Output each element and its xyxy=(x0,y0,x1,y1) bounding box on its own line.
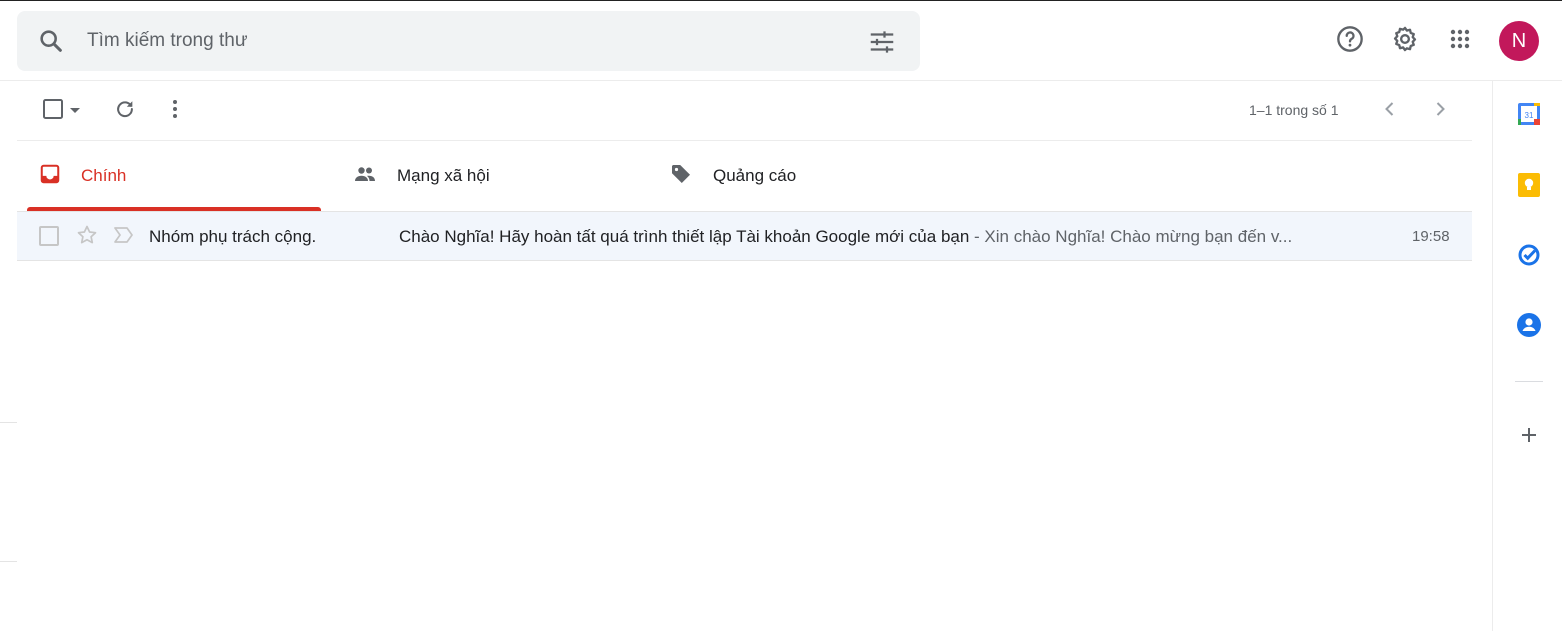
inbox-icon xyxy=(39,163,61,190)
tab-label: Quảng cáo xyxy=(713,166,797,185)
left-panel-divider xyxy=(0,422,17,423)
refresh-button[interactable] xyxy=(109,95,141,127)
calendar-button[interactable]: 31 xyxy=(1515,102,1543,130)
search-bar[interactable] xyxy=(17,11,920,71)
tune-icon[interactable] xyxy=(867,27,897,57)
pagination-text: 1–1 trong số 1 xyxy=(1249,102,1339,118)
email-snippet: - Xin chào Nghĩa! Chào mừng bạn đến v... xyxy=(969,227,1293,246)
left-panel-divider xyxy=(0,561,17,562)
email-subject-line: Chào Nghĩa! Hãy hoàn tất quá trình thiết… xyxy=(399,227,1359,247)
tab-promotions[interactable]: Quảng cáo xyxy=(669,141,963,211)
tasks-icon xyxy=(1516,242,1542,273)
search-input[interactable] xyxy=(87,25,847,57)
tasks-button[interactable] xyxy=(1515,243,1543,271)
contacts-button[interactable] xyxy=(1515,312,1543,343)
older-button[interactable] xyxy=(1424,95,1456,127)
apps-grid-icon xyxy=(1448,27,1472,56)
more-vert-icon xyxy=(171,98,179,125)
people-icon xyxy=(353,162,377,191)
settings-button[interactable] xyxy=(1387,23,1423,59)
avatar[interactable]: N xyxy=(1499,21,1539,61)
tab-primary[interactable]: Chính xyxy=(39,141,333,211)
tab-label: Chính xyxy=(81,166,127,185)
category-tabs: Chính Mạng xã hội Quảng cáo xyxy=(17,141,1472,211)
important-marker-icon[interactable] xyxy=(113,225,135,250)
apps-button[interactable] xyxy=(1442,23,1478,59)
keep-icon xyxy=(1516,172,1542,203)
email-sender: Nhóm phụ trách cộng. xyxy=(149,227,317,246)
plus-icon xyxy=(1519,425,1539,450)
table-row[interactable]: Nhóm phụ trách cộng. Chào Nghĩa! Hãy hoà… xyxy=(17,211,1472,261)
checkbox-icon[interactable] xyxy=(42,98,64,125)
chevron-right-icon xyxy=(1430,99,1450,124)
refresh-icon xyxy=(114,98,136,125)
header: N xyxy=(0,1,1562,81)
email-subject: Chào Nghĩa! Hãy hoàn tất quá trình thiết… xyxy=(399,227,970,246)
get-addons-button[interactable] xyxy=(1515,423,1543,451)
more-options-button[interactable] xyxy=(159,95,191,127)
search-icon[interactable] xyxy=(37,27,65,55)
row-checkbox[interactable] xyxy=(39,226,59,246)
toolbar: 1–1 trong số 1 xyxy=(17,81,1472,141)
side-panel: 31 xyxy=(1492,81,1562,631)
select-all-dropdown[interactable] xyxy=(37,95,85,127)
email-time: 19:58 xyxy=(1412,228,1450,245)
help-button[interactable] xyxy=(1332,23,1368,59)
calendar-icon: 31 xyxy=(1516,101,1542,132)
contacts-icon xyxy=(1516,312,1542,343)
svg-text:31: 31 xyxy=(1525,111,1534,120)
star-icon[interactable] xyxy=(75,223,99,252)
gear-icon xyxy=(1391,25,1419,58)
caret-down-icon[interactable] xyxy=(70,102,80,120)
help-icon xyxy=(1336,25,1364,58)
chevron-left-icon xyxy=(1380,99,1400,124)
keep-button[interactable] xyxy=(1515,172,1543,203)
tab-label: Mạng xã hội xyxy=(397,166,490,185)
tab-social[interactable]: Mạng xã hội xyxy=(353,141,647,211)
side-panel-divider xyxy=(1515,381,1543,382)
newer-button[interactable] xyxy=(1374,95,1406,127)
tag-icon xyxy=(669,162,693,191)
